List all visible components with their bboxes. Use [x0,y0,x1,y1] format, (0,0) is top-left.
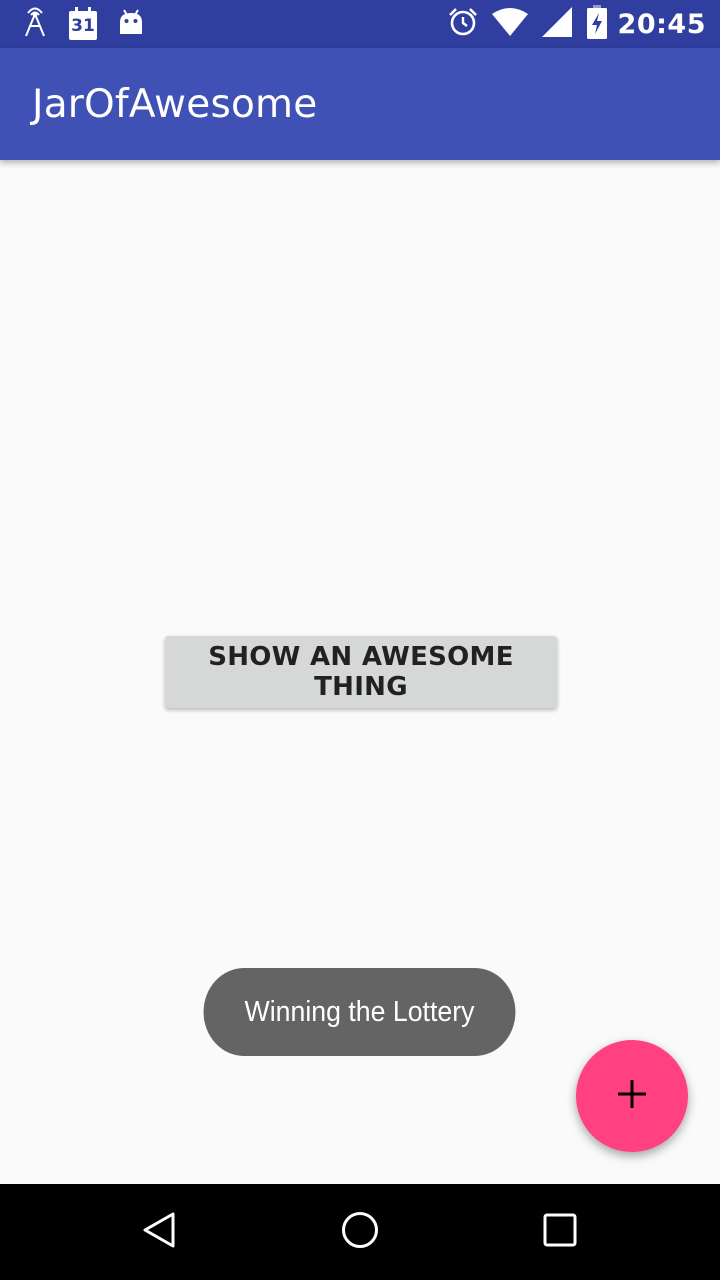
recents-button[interactable] [512,1184,608,1280]
status-right-icons: 20:45 [434,0,706,48]
home-icon [340,1210,380,1255]
recents-icon [542,1212,578,1253]
app-bar: JarOfAwesome [0,48,720,160]
navigation-bar [0,1184,720,1280]
plus-icon [616,1078,648,1115]
status-bar: 31 20:45 [0,0,720,48]
add-fab-button[interactable] [576,1040,688,1152]
calendar-day-number: 31 [71,16,95,36]
signal-tower-icon [22,6,48,43]
status-left-icons: 31 [22,0,164,48]
back-button[interactable] [112,1184,208,1280]
android-icon [118,8,144,41]
status-time: 20:45 [617,8,706,40]
battery-charging-icon [586,4,608,44]
home-button[interactable] [312,1184,408,1280]
app-title: JarOfAwesome [32,81,318,127]
calendar-icon: 31 [68,7,98,41]
show-awesome-thing-button[interactable]: SHOW AN AWESOME THING [165,636,557,708]
alarm-clock-icon [448,7,478,42]
toast-message: Winning the Lottery [203,968,516,1056]
cell-signal-icon [541,6,572,42]
back-icon [140,1210,180,1255]
wifi-icon [491,7,528,41]
